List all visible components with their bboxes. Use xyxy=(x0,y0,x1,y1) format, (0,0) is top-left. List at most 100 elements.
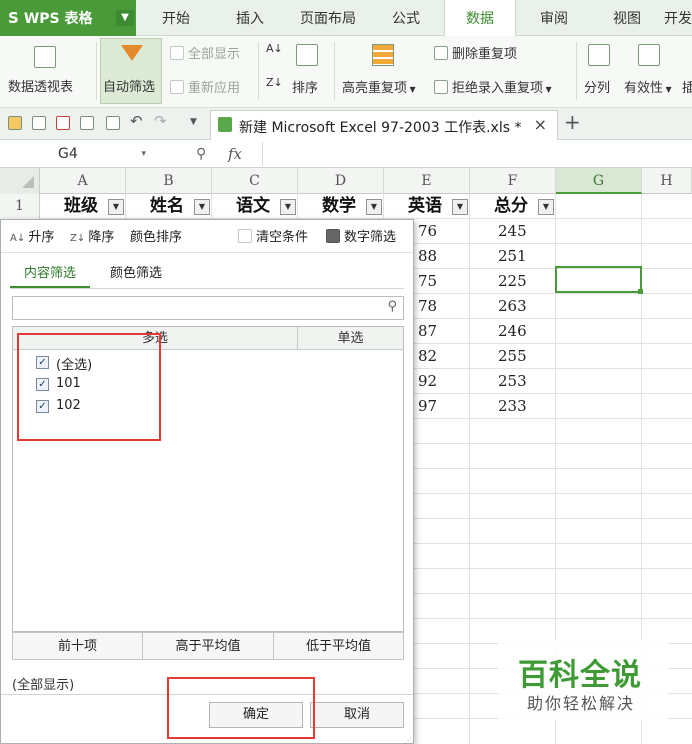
sort-ascending-button[interactable]: A↓ 升序 xyxy=(10,226,54,245)
close-icon[interactable]: × xyxy=(534,115,547,134)
sort-descending-button[interactable]: Z↓ 降序 xyxy=(70,226,114,245)
cell-total[interactable]: 225 xyxy=(498,269,527,294)
zoom-search-icon[interactable]: ⚲ xyxy=(196,146,206,162)
insert-function-button[interactable]: fx xyxy=(228,145,242,163)
tab-insert[interactable]: 插入 xyxy=(214,0,286,36)
column-header-g[interactable]: G xyxy=(556,168,642,194)
tab-formulas[interactable]: 公式 xyxy=(370,0,442,36)
new-tab-plus-icon[interactable]: + xyxy=(564,110,581,134)
pivot-table-button[interactable]: 数据透视表 xyxy=(0,40,92,104)
tab-page-layout[interactable]: 页面布局 xyxy=(288,0,368,36)
column-header-c[interactable]: C xyxy=(212,168,298,194)
below-average-button[interactable]: 低于平均值 xyxy=(273,632,404,660)
column-header-f[interactable]: F xyxy=(470,168,556,194)
top-ten-button[interactable]: 前十项 xyxy=(12,632,143,660)
open-folder-icon[interactable] xyxy=(8,116,22,130)
tab-data[interactable]: 数据 xyxy=(444,0,516,37)
filter-dropdown-icon[interactable]: ▼ xyxy=(538,199,554,215)
header-cell-english[interactable]: 英语 xyxy=(408,194,442,219)
cell-total[interactable]: 233 xyxy=(498,394,527,419)
column-header-h[interactable]: H xyxy=(642,168,692,194)
cell-english[interactable]: 78 xyxy=(418,294,437,319)
column-header-b[interactable]: B xyxy=(126,168,212,194)
popup-divider xyxy=(1,252,413,253)
cell-total[interactable]: 251 xyxy=(498,244,527,269)
split-column-button[interactable]: 分列 xyxy=(582,40,618,104)
sort-asc-icon: A↓ xyxy=(10,233,29,244)
cell-total[interactable]: 255 xyxy=(498,344,527,369)
filter-dropdown-icon[interactable]: ▼ xyxy=(366,199,382,215)
active-cell-g4[interactable] xyxy=(555,266,643,294)
app-menu-button[interactable]: S WPS 表格 ▼ xyxy=(0,0,136,36)
tab-view[interactable]: 视图 xyxy=(592,0,662,36)
cell-english[interactable]: 88 xyxy=(418,244,437,269)
cancel-button[interactable]: 取消 xyxy=(310,702,404,728)
remove-duplicates-button[interactable]: 删除重复项 xyxy=(434,43,517,62)
fill-handle[interactable] xyxy=(638,289,643,294)
tab-color-filter[interactable]: 颜色筛选 xyxy=(96,263,176,288)
autofilter-button[interactable]: 自动筛选 xyxy=(100,38,162,104)
filter-dropdown-icon[interactable]: ▼ xyxy=(452,199,468,215)
cell-total[interactable]: 245 xyxy=(498,219,527,244)
single-select-header[interactable]: 单选 xyxy=(298,327,403,350)
filter-dropdown-icon[interactable]: ▼ xyxy=(194,199,210,215)
column-header-e[interactable]: E xyxy=(384,168,470,194)
clear-conditions-button[interactable]: 清空条件 xyxy=(238,226,308,245)
pdf-export-icon[interactable] xyxy=(56,116,70,130)
header-cell-total[interactable]: 总分 xyxy=(494,194,528,219)
row-header[interactable]: 1 xyxy=(0,194,40,219)
cell-english[interactable]: 97 xyxy=(418,394,437,419)
sort-asc-small-icon[interactable]: A↓ xyxy=(266,42,283,55)
header-cell-chinese[interactable]: 语文 xyxy=(236,194,270,219)
sort-by-color-button[interactable]: 颜色排序 xyxy=(130,226,182,245)
reject-duplicates-button[interactable]: 拒绝录入重复项 ▼ xyxy=(434,77,552,96)
cell-total[interactable]: 253 xyxy=(498,369,527,394)
sort-button[interactable]: 排序 xyxy=(288,40,328,104)
cell-english[interactable]: 92 xyxy=(418,369,437,394)
cell-total[interactable]: 263 xyxy=(498,294,527,319)
chevron-down-icon[interactable]: ▾ xyxy=(141,143,146,165)
header-cell-math[interactable]: 数学 xyxy=(322,194,356,219)
cell-english[interactable]: 82 xyxy=(418,344,437,369)
number-filter-button[interactable]: 数字筛选 xyxy=(326,226,396,245)
name-box[interactable]: G4 ▾ xyxy=(14,143,148,165)
print-icon[interactable] xyxy=(80,116,94,130)
pivot-table-icon xyxy=(34,46,56,68)
print-preview-icon[interactable] xyxy=(106,116,120,130)
redo-icon[interactable]: ↷ xyxy=(154,112,167,130)
customize-toolbar-icon[interactable]: ▼ xyxy=(190,117,197,127)
tab-review[interactable]: 审阅 xyxy=(518,0,590,36)
tab-content-filter[interactable]: 内容筛选 xyxy=(10,263,90,288)
sort-desc-small-icon[interactable]: Z↓ xyxy=(266,76,283,89)
cell-total[interactable]: 246 xyxy=(498,319,527,344)
resize-grip-icon[interactable]: ⋰ xyxy=(404,736,412,744)
highlight-duplicates-button[interactable]: 高亮重复项 ▼ xyxy=(338,40,428,104)
tab-developer[interactable]: 开发 xyxy=(664,0,692,36)
save-icon[interactable] xyxy=(32,116,46,130)
insert-more-label[interactable]: 插 xyxy=(682,77,692,96)
cell-english[interactable]: 87 xyxy=(418,319,437,344)
show-all-button[interactable]: 全部显示 xyxy=(170,43,240,62)
filter-dropdown-icon[interactable]: ▼ xyxy=(280,199,296,215)
reapply-button[interactable]: 重新应用 xyxy=(170,77,240,96)
validity-button[interactable]: 有效性 ▼ xyxy=(622,40,678,104)
formula-input[interactable] xyxy=(268,144,688,164)
tab-home[interactable]: 开始 xyxy=(140,0,212,36)
wps-logo-icon: S xyxy=(8,9,19,27)
cell-english[interactable]: 75 xyxy=(418,269,437,294)
filter-dropdown-icon[interactable]: ▼ xyxy=(108,199,124,215)
sort-descending-label: 降序 xyxy=(88,230,115,245)
ribbon-divider xyxy=(96,42,97,100)
header-cell-name[interactable]: 姓名 xyxy=(150,194,184,219)
caret-down-icon[interactable]: ▼ xyxy=(116,10,134,26)
cell-english[interactable]: 76 xyxy=(418,219,437,244)
above-average-button[interactable]: 高于平均值 xyxy=(142,632,274,660)
undo-icon[interactable]: ↶ xyxy=(130,112,143,130)
select-all-corner[interactable] xyxy=(0,168,40,194)
watermark-subtitle: 助你轻松解决 xyxy=(527,694,636,713)
filter-search-input[interactable]: ⚲ xyxy=(12,296,404,320)
document-tab[interactable]: 新建 Microsoft Excel 97-2003 工作表.xls * × xyxy=(210,110,558,140)
column-header-d[interactable]: D xyxy=(298,168,384,194)
header-cell-class[interactable]: 班级 xyxy=(64,194,98,219)
column-header-a[interactable]: A xyxy=(40,168,126,194)
